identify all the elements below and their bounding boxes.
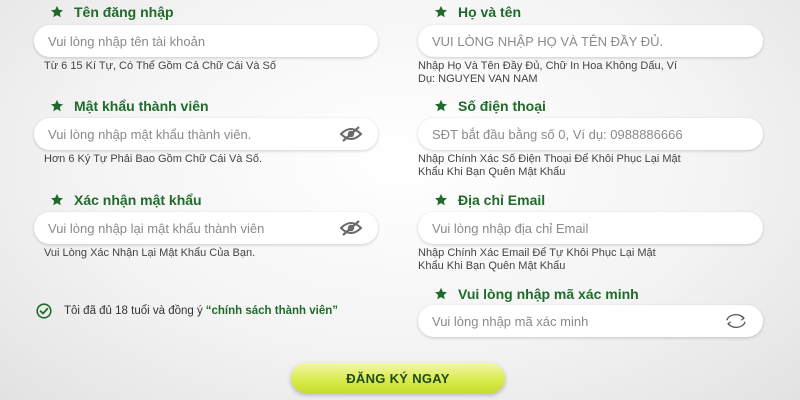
phone-input-box[interactable]: [418, 118, 763, 150]
fullname-label-row: Họ và tên: [418, 4, 521, 20]
star-icon: [50, 5, 64, 19]
fullname-input-box[interactable]: [418, 25, 763, 57]
register-now-button[interactable]: ĐĂNG KÝ NGAY: [291, 363, 505, 393]
confirm-label: Xác nhận mật khẩu: [74, 192, 202, 208]
email-input[interactable]: [432, 220, 749, 236]
star-icon: [434, 99, 448, 113]
star-icon: [50, 99, 64, 113]
phone-label: Số điện thoại: [458, 98, 546, 114]
eye-slash-icon[interactable]: [338, 123, 364, 145]
confirm-hint: Vui Lòng Xác Nhận Lại Mật Khẩu Của Bạn.: [44, 247, 256, 259]
username-input-box[interactable]: [34, 25, 378, 57]
email-label-row: Địa chỉ Email: [418, 192, 545, 208]
captcha-label-row: Vui lòng nhập mã xác minh: [418, 286, 639, 302]
email-hint-line: Khẩu Khi Bạn Quên Mật Khẩu: [418, 260, 566, 272]
confirm-label-row: Xác nhận mật khẩu: [34, 192, 202, 208]
phone-hint-line: Khẩu Khi Bạn Quên Mật Khẩu: [418, 166, 566, 178]
password-label-row: Mật khẩu thành viên: [34, 98, 209, 114]
confirm-password-input[interactable]: [48, 220, 338, 236]
eye-slash-icon[interactable]: [338, 217, 364, 239]
password-input-box[interactable]: [34, 118, 378, 150]
phone-hint: Nhập Chính Xác Số Điện Thoại Để Khôi Phụ…: [418, 153, 681, 179]
captcha-input-box[interactable]: [418, 305, 763, 337]
fullname-hint-line: Dụ: NGUYEN VAN NAM: [418, 73, 538, 85]
phone-hint-line: Nhập Chính Xác Số Điện Thoại Để Khôi Phụ…: [418, 153, 681, 165]
email-hint: Nhập Chính Xác Email Để Tự Khôi Phục Lại…: [418, 247, 656, 273]
confirm-input-box[interactable]: [34, 212, 378, 244]
password-hint: Hơn 6 Ký Tự Phải Bao Gồm Chữ Cái Và Số.: [44, 153, 262, 165]
agreement-text: Tôi đã đủ 18 tuổi và đồng ý: [64, 305, 203, 317]
captcha-label: Vui lòng nhập mã xác minh: [458, 286, 639, 302]
email-hint-line: Nhập Chính Xác Email Để Tự Khôi Phục Lại…: [418, 247, 656, 259]
fullname-hint: Nhập Họ Và Tên Đầy Đủ, Chữ In Hoa Không …: [418, 60, 677, 86]
email-label: Địa chỉ Email: [458, 192, 546, 208]
password-input[interactable]: [48, 126, 338, 142]
star-icon: [434, 5, 448, 19]
star-icon: [434, 193, 448, 207]
fullname-input[interactable]: [432, 33, 749, 49]
member-policy-link[interactable]: “chính sách thành viên”: [206, 305, 338, 317]
password-label: Mật khẩu thành viên: [74, 98, 209, 114]
refresh-icon[interactable]: [723, 310, 749, 332]
fullname-label: Họ và tên: [458, 4, 522, 20]
phone-label-row: Số điện thoại: [418, 98, 546, 114]
phone-input[interactable]: [432, 126, 749, 142]
username-label-row: Tên đăng nhập: [34, 4, 174, 20]
star-icon: [50, 193, 64, 207]
fullname-hint-line: Nhập Họ Và Tên Đầy Đủ, Chữ In Hoa Không …: [418, 60, 678, 72]
username-input[interactable]: [48, 33, 364, 49]
username-label: Tên đăng nhập: [74, 4, 174, 20]
check-circle-icon[interactable]: [36, 303, 52, 319]
star-icon: [434, 287, 448, 301]
age-agreement: Tôi đã đủ 18 tuổi và đồng ý “chính sách …: [36, 303, 338, 319]
email-input-box[interactable]: [418, 212, 763, 244]
captcha-input[interactable]: [432, 313, 723, 329]
username-hint: Từ 6 15 Kí Tự, Có Thể Gồm Cả Chữ Cái Và …: [44, 60, 276, 72]
